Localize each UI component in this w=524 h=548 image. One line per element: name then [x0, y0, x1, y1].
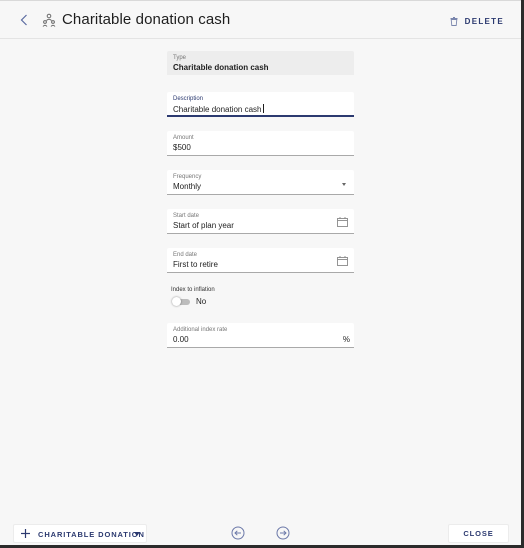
add-charitable-donation-button[interactable]: CHARITABLE DONATION	[13, 524, 147, 543]
delete-button[interactable]: DELETE	[450, 13, 504, 29]
form: Type Charitable donation cash Descriptio…	[167, 51, 354, 348]
trash-icon	[450, 16, 458, 26]
plus-icon	[21, 529, 30, 538]
type-label: Type	[173, 55, 187, 61]
close-button[interactable]: CLOSE	[448, 524, 509, 543]
end-date-field[interactable]: End date First to retire	[167, 248, 354, 273]
index-to-inflation: Index to inflation No	[167, 287, 354, 317]
description-field[interactable]: Description Charitable donation cash	[167, 92, 354, 117]
header: Charitable donation cash DELETE	[0, 2, 521, 39]
start-date-label: Start date	[173, 213, 200, 219]
start-date-value: Start of plan year	[173, 221, 234, 230]
caret-down-icon[interactable]	[134, 532, 140, 536]
description-input[interactable]: Charitable donation cash	[173, 105, 262, 114]
description-label: Description	[173, 96, 204, 102]
type-field: Type Charitable donation cash	[167, 51, 354, 75]
end-date-label: End date	[173, 252, 198, 258]
amount-input[interactable]: $500	[173, 143, 191, 152]
additional-index-rate-input[interactable]: 0.00	[173, 335, 189, 344]
additional-index-rate-field[interactable]: Additional index rate 0.00 %	[167, 323, 354, 348]
amount-field[interactable]: Amount $500	[167, 131, 354, 156]
back-button[interactable]	[17, 12, 31, 28]
people-group-icon	[42, 13, 56, 27]
frequency-select[interactable]: Frequency Monthly	[167, 170, 354, 195]
calendar-icon[interactable]	[337, 256, 348, 266]
index-to-inflation-label: Index to inflation	[171, 287, 215, 293]
amount-label: Amount	[173, 135, 194, 141]
frequency-value: Monthly	[173, 182, 202, 191]
type-value: Charitable donation cash	[173, 63, 269, 72]
dialog: Charitable donation cash DELETE Type Cha…	[0, 0, 521, 545]
arrow-left-circle-icon[interactable]	[231, 526, 245, 540]
delete-label: DELETE	[464, 16, 504, 26]
index-to-inflation-toggle[interactable]	[172, 297, 190, 306]
dropdown-arrow-icon	[342, 183, 346, 186]
frequency-label: Frequency	[173, 174, 202, 180]
calendar-icon[interactable]	[337, 217, 348, 227]
toggle-thumb	[172, 297, 181, 306]
additional-index-rate-label: Additional index rate	[173, 327, 228, 333]
end-date-value: First to retire	[173, 260, 218, 269]
text-cursor	[262, 104, 264, 113]
arrow-right-circle-icon[interactable]	[276, 526, 290, 540]
start-date-field[interactable]: Start date Start of plan year	[167, 209, 354, 234]
chevron-left-icon	[20, 14, 27, 26]
toggle-state-label: No	[196, 297, 207, 306]
percent-suffix: %	[342, 335, 350, 344]
page-title: Charitable donation cash	[62, 11, 231, 28]
add-label: CHARITABLE DONATION	[38, 530, 145, 539]
